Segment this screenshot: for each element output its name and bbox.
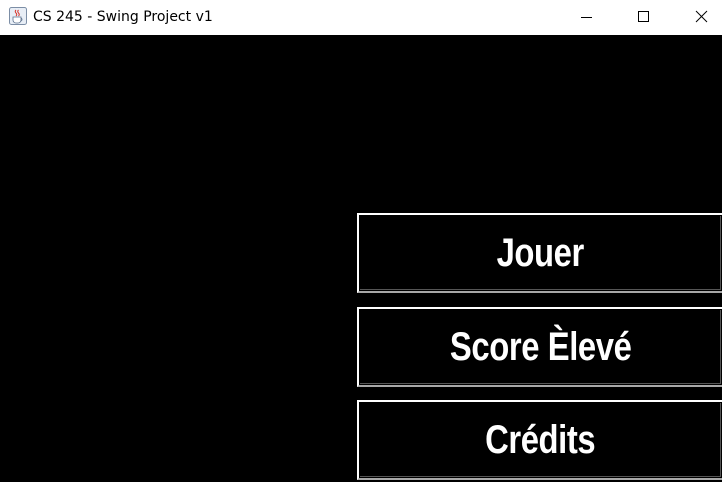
window-title: CS 245 - Swing Project v1 [33,9,213,25]
high-score-button-label: Score Èlevé [449,325,632,369]
java-coffee-cup-icon[interactable] [9,7,27,25]
maximize-icon [638,11,649,22]
minimize-icon [581,17,592,18]
title-bar[interactable]: CS 245 - Swing Project v1 [0,0,722,35]
minimize-button[interactable] [564,0,610,35]
close-button[interactable] [676,0,722,35]
credits-button[interactable]: Crédits [357,400,722,480]
main-menu-panel: Jouer Score Èlevé Crédits [0,35,722,482]
play-button-label: Jouer [496,231,585,275]
play-button[interactable]: Jouer [357,213,722,293]
close-icon [695,10,708,23]
app-window: CS 245 - Swing Project v1 Jouer Score Èl… [0,0,722,482]
high-score-button[interactable]: Score Èlevé [357,307,722,387]
credits-button-label: Crédits [485,418,596,462]
maximize-button[interactable] [620,0,666,35]
